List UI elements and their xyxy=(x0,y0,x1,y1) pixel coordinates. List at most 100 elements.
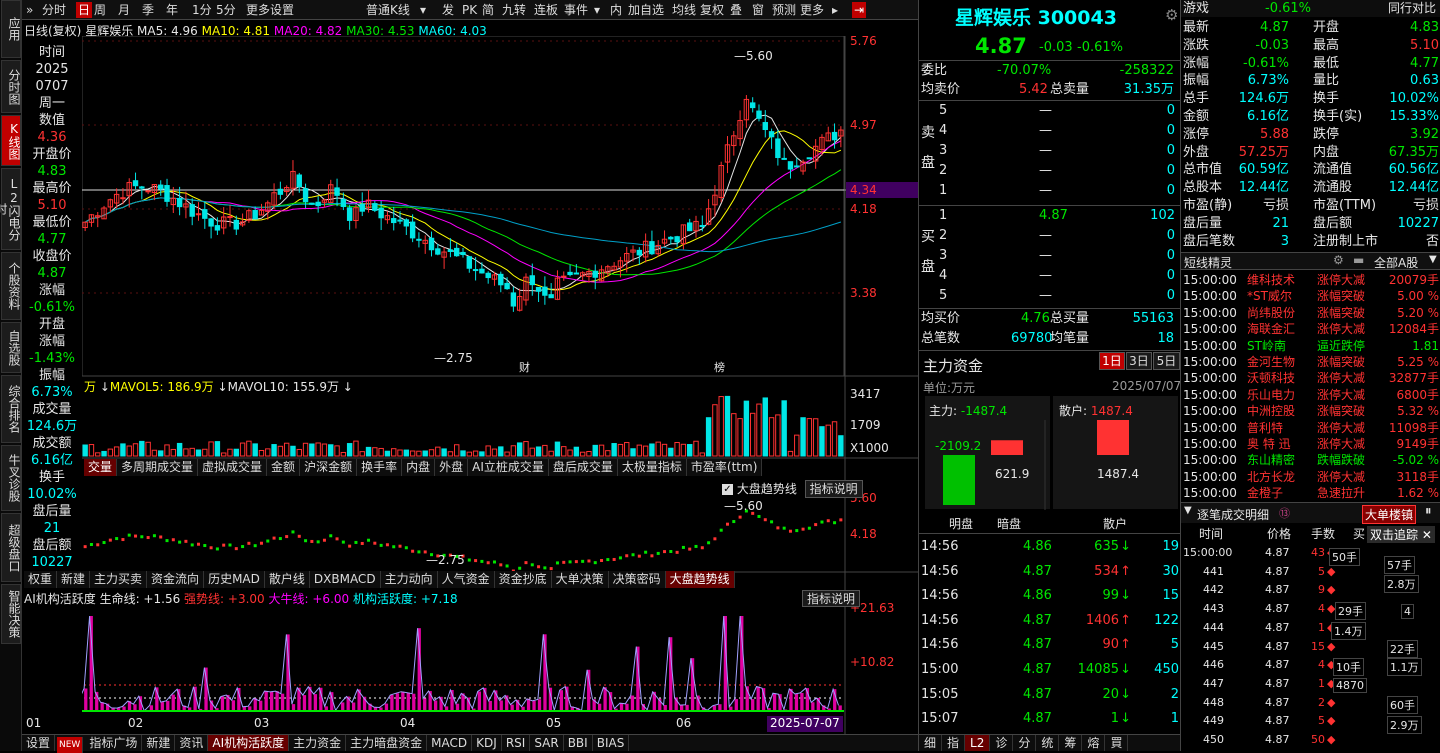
toolbar-item-4[interactable]: 月 xyxy=(116,2,132,18)
toolbar2-item-5[interactable]: 九转 xyxy=(500,2,528,18)
pause-icon[interactable]: ⏸ xyxy=(1425,504,1432,519)
volume-tab-3[interactable]: 金额 xyxy=(267,459,300,476)
toolbar2-item-9[interactable]: 内 xyxy=(608,2,624,18)
indicator-tab-6[interactable]: DXBMACD xyxy=(310,571,381,588)
toolbar2-item-8[interactable]: ▾ xyxy=(592,2,602,18)
volume-tab-9[interactable]: 盘后成交量 xyxy=(549,459,618,476)
toolbar2-item-16[interactable]: 更多 xyxy=(798,2,826,18)
volume-tab-11[interactable]: 市盈率(ttm) xyxy=(687,459,762,476)
fund-3d-tab[interactable]: 3日 xyxy=(1126,352,1152,370)
volume-tab-8[interactable]: AI立桩成交量 xyxy=(468,459,549,476)
toolbar-item-2[interactable]: 日 xyxy=(76,2,92,18)
sprite-row[interactable]: 15:00:00沃顿科技涨停大减32877手 xyxy=(1181,370,1440,387)
indicator-tab-5[interactable]: 散户线 xyxy=(265,571,310,588)
bottom-tab-8[interactable]: MACD xyxy=(427,735,472,751)
sprite-filter[interactable]: 全部A股 xyxy=(1374,254,1418,271)
bottom-tab-9[interactable]: KDJ xyxy=(472,735,502,751)
sprite-row[interactable]: 15:00:00中洲控股涨幅突破5.32 % xyxy=(1181,403,1440,420)
sprite-row[interactable]: 15:00:00北方长龙涨停大减3118手 xyxy=(1181,469,1440,486)
toolbar-item-1[interactable]: 分时 xyxy=(40,2,68,18)
bottom-tab-3[interactable]: 新建 xyxy=(142,735,175,751)
bottom-tab-2[interactable]: 指标广场 xyxy=(85,735,142,751)
bottom-tab-6[interactable]: 主力资金 xyxy=(289,735,346,751)
toolbar2-item-1[interactable]: ▾ xyxy=(418,2,428,18)
chevron-down-icon[interactable]: ▼ xyxy=(1429,254,1437,265)
sprite-row[interactable]: 15:00:00奥 特 迅涨停大减9149手 xyxy=(1181,436,1440,453)
toolbar2-item-17[interactable]: ▸ xyxy=(830,2,840,18)
minus-icon[interactable]: ▬ xyxy=(1353,253,1364,267)
panel-tab-7[interactable]: 熔 xyxy=(1082,735,1105,751)
sprite-row[interactable]: 15:00:00尚纬股份涨幅突破5.20 % xyxy=(1181,305,1440,322)
sprite-row[interactable]: 15:00:00乐山电力涨停大减6800手 xyxy=(1181,387,1440,404)
panel-tab-6[interactable]: 筹 xyxy=(1059,735,1082,751)
fund-5d-tab[interactable]: 5日 xyxy=(1153,352,1180,370)
toolbar2-item-14[interactable]: 窗 xyxy=(750,2,766,18)
volume-tab-0[interactable]: 交量 xyxy=(84,459,117,476)
sprite-row[interactable]: 15:00:00ST岭南逼近跌停1.81 xyxy=(1181,338,1440,355)
sprite-row[interactable]: 15:00:00海联金汇涨停大减12084手 xyxy=(1181,321,1440,338)
volume-tab-7[interactable]: 外盘 xyxy=(435,459,468,476)
volume-tab-1[interactable]: 多周期成交量 xyxy=(117,459,198,476)
indicator-help-button[interactable]: 指标说明 xyxy=(805,480,863,498)
toolbar-item-6[interactable]: 年 xyxy=(164,2,180,18)
toolbar-item-7[interactable]: 1分 xyxy=(190,2,214,18)
panel-tab-2[interactable]: L2 xyxy=(965,735,990,751)
panel-tab-0[interactable]: 细 xyxy=(919,735,942,751)
bottom-tab-12[interactable]: BBI xyxy=(564,735,593,751)
indicator-tab-3[interactable]: 资金流向 xyxy=(147,571,204,588)
sidebar-item-0[interactable]: 应用 xyxy=(1,0,21,58)
big-order-button[interactable]: 大单楼镇 xyxy=(1362,505,1416,524)
panel-tab-4[interactable]: 分 xyxy=(1013,735,1036,751)
panel-tab-1[interactable]: 指 xyxy=(942,735,965,751)
trend-checkbox[interactable]: ✓ xyxy=(722,484,733,495)
toolbar2-item-6[interactable]: 连板 xyxy=(532,2,560,18)
indicator-tab-10[interactable]: 大单决策 xyxy=(552,571,609,588)
chevron-down-icon[interactable]: ▼ xyxy=(1184,505,1192,516)
pin-icon[interactable]: ⇥ xyxy=(852,2,866,18)
settings-icon[interactable]: ⚙ xyxy=(1333,253,1344,267)
indicator-tab-2[interactable]: 主力买卖 xyxy=(90,571,147,588)
sidebar-item-3[interactable]: L2闪电分时 xyxy=(1,168,21,250)
indicator-tab-1[interactable]: 新建 xyxy=(57,571,90,588)
gear-icon[interactable]: ⚙ xyxy=(1165,6,1178,24)
bottom-tab-10[interactable]: RSI xyxy=(502,735,531,751)
volume-tab-4[interactable]: 沪深金额 xyxy=(300,459,357,476)
panel-tab-5[interactable]: 统 xyxy=(1036,735,1059,751)
indicator-tab-11[interactable]: 决策密码 xyxy=(609,571,666,588)
toolbar2-item-11[interactable]: 均线 xyxy=(670,2,698,18)
sidebar-item-9[interactable]: 智能决策 xyxy=(1,584,21,644)
volume-tab-5[interactable]: 换手率 xyxy=(357,459,402,476)
volume-tab-10[interactable]: 太极量指标 xyxy=(618,459,687,476)
indicator-tab-0[interactable]: 权重 xyxy=(24,571,57,588)
toolbar2-item-4[interactable]: 简 xyxy=(480,2,496,18)
sidebar-item-5[interactable]: 自选股 xyxy=(1,322,21,373)
indicator-tab-8[interactable]: 人气资金 xyxy=(438,571,495,588)
indicator-tab-12[interactable]: 大盘趋势线 xyxy=(666,571,735,588)
volume-tab-6[interactable]: 内盘 xyxy=(402,459,435,476)
bottom-tab-11[interactable]: SAR xyxy=(530,735,563,751)
sidebar-item-8[interactable]: 超级盘口 xyxy=(1,513,21,582)
indicator-tab-7[interactable]: 主力动向 xyxy=(381,571,438,588)
sidebar-item-2[interactable]: K线图 xyxy=(1,115,21,166)
toolbar2-item-12[interactable]: 复权 xyxy=(698,2,726,18)
indicator-tab-9[interactable]: 资金抄底 xyxy=(495,571,552,588)
toolbar2-item-10[interactable]: 加自选 xyxy=(626,2,666,18)
bottom-tab-13[interactable]: BIAS xyxy=(593,735,630,751)
toolbar2-item-15[interactable]: 预测 xyxy=(770,2,798,18)
sprite-row[interactable]: 15:00:00金河生物涨幅突破5.25 % xyxy=(1181,354,1440,371)
help-icon[interactable]: ⑬ xyxy=(1279,505,1290,521)
sidebar-item-6[interactable]: 综合排名 xyxy=(1,375,21,443)
toolbar2-item-13[interactable]: 叠 xyxy=(728,2,744,18)
toolbar2-item-0[interactable]: 普通K线 xyxy=(364,2,412,18)
panel-tab-8[interactable]: 買 xyxy=(1105,735,1128,751)
sprite-row[interactable]: 15:00:00东山精密跌幅跌破-5.02 % xyxy=(1181,452,1440,469)
toolbar2-item-3[interactable]: PK xyxy=(460,2,479,18)
bottom-tab-7[interactable]: 主力暗盘资金 xyxy=(346,735,427,751)
bottom-tab-0[interactable]: 设置 xyxy=(22,735,55,751)
panel-tab-3[interactable]: 诊 xyxy=(990,735,1013,751)
sprite-row[interactable]: 15:00:00*ST威尔涨幅突破5.00 % xyxy=(1181,288,1440,305)
sidebar-item-1[interactable]: 分时图 xyxy=(1,60,21,113)
toolbar-item-0[interactable]: » xyxy=(24,2,35,18)
bottom-tab-4[interactable]: 资讯 xyxy=(175,735,208,751)
volume-tab-2[interactable]: 虚拟成交量 xyxy=(198,459,267,476)
